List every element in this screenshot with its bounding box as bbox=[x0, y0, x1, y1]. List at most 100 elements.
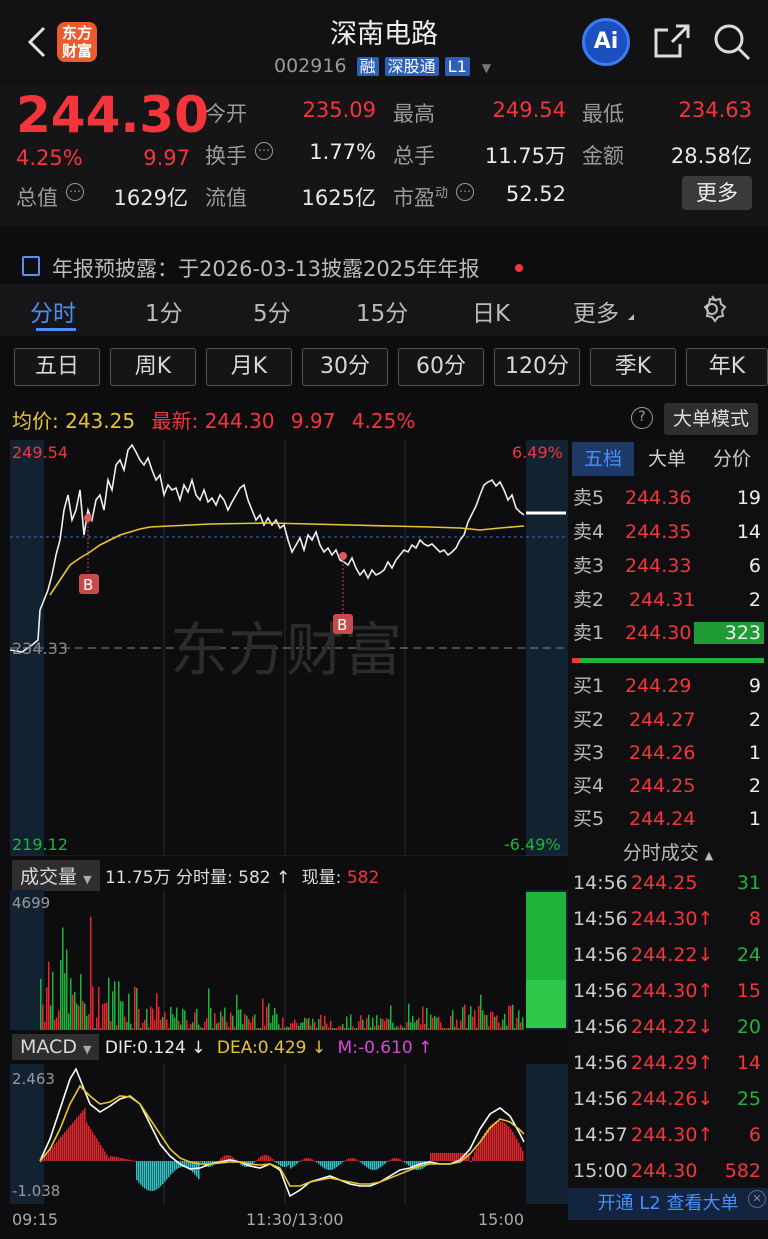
panel-tab-price-dist[interactable]: 分价 bbox=[700, 442, 764, 476]
macd-chart[interactable]: 2.463 -1.038 bbox=[10, 1064, 568, 1204]
volume-bar bbox=[100, 1028, 102, 1030]
axis-min-pct: -6.49% bbox=[504, 835, 561, 854]
volume-bar bbox=[264, 1026, 266, 1030]
kbtn-120min[interactable]: 120分 bbox=[494, 348, 580, 386]
share-icon[interactable] bbox=[652, 22, 692, 62]
volume-dropdown[interactable]: 成交量 ▼ bbox=[12, 860, 100, 891]
caret-up-icon: ▲ bbox=[704, 849, 714, 862]
macd-bar bbox=[474, 1152, 476, 1161]
open-value: 235.09 bbox=[302, 98, 376, 122]
kbtn-year[interactable]: 年K bbox=[686, 348, 768, 386]
info-icon[interactable]: ⋯ bbox=[66, 183, 84, 201]
macd-bar bbox=[302, 1159, 304, 1161]
tab-intraday[interactable]: 分时 bbox=[30, 294, 76, 328]
kbtn-month[interactable]: 月K bbox=[206, 348, 292, 386]
ticks-header[interactable]: 分时成交 ▲ bbox=[568, 838, 768, 868]
macd-bar bbox=[388, 1160, 390, 1162]
kbtn-30min[interactable]: 30分 bbox=[302, 348, 388, 386]
panel-tab-five-level[interactable]: 五档 bbox=[572, 442, 634, 476]
macd-bar bbox=[222, 1156, 224, 1161]
macd-bar bbox=[80, 1113, 82, 1161]
macd-bar bbox=[146, 1161, 148, 1190]
panel-tab-big-order[interactable]: 大单 bbox=[636, 442, 698, 476]
search-icon[interactable] bbox=[712, 22, 752, 62]
macd-bar bbox=[492, 1123, 494, 1161]
caret-down-icon: ▼ bbox=[83, 873, 92, 886]
volume-bar bbox=[512, 1004, 514, 1030]
volume-chart[interactable]: 4699 bbox=[10, 890, 568, 1030]
volume-bar bbox=[328, 1027, 330, 1030]
dif-line bbox=[39, 1067, 525, 1198]
macd-bar bbox=[500, 1121, 502, 1161]
macd-bar bbox=[166, 1161, 168, 1180]
volume-bar bbox=[466, 1028, 468, 1030]
macd-bar bbox=[442, 1153, 444, 1161]
settings-gear-icon[interactable] bbox=[697, 294, 727, 324]
kbtn-five-day[interactable]: 五日 bbox=[14, 348, 100, 386]
volume-bar bbox=[82, 1000, 84, 1030]
macd-bar bbox=[274, 1161, 276, 1162]
volume-bar bbox=[330, 1020, 332, 1030]
macd-bar bbox=[396, 1158, 398, 1161]
ask-level: 卖5 244.36 19 bbox=[573, 487, 761, 509]
macd-bar bbox=[286, 1161, 288, 1167]
volume-bar bbox=[58, 1010, 60, 1030]
big-order-mode-button[interactable]: 大单模式 bbox=[664, 403, 758, 435]
volume-bar bbox=[490, 1011, 492, 1030]
macd-bar bbox=[384, 1161, 386, 1164]
more-button[interactable]: 更多 bbox=[682, 176, 752, 210]
volume-bar bbox=[206, 1018, 208, 1030]
ai-button[interactable]: Ai bbox=[582, 18, 630, 66]
volume-bar bbox=[66, 949, 68, 1030]
volume-bar bbox=[320, 1014, 322, 1030]
intraday-price-chart[interactable]: 东方财富 B B 249.54 234.33 219.12 6.49% -6.4… bbox=[9, 440, 568, 857]
volume-bar bbox=[314, 1022, 316, 1030]
help-icon[interactable]: ? bbox=[631, 407, 653, 429]
macd-bar bbox=[70, 1125, 72, 1161]
macd-bar bbox=[478, 1143, 480, 1161]
macd-bar bbox=[398, 1158, 400, 1161]
macd-bar bbox=[374, 1161, 376, 1170]
macd-bar bbox=[438, 1153, 440, 1161]
tab-more[interactable]: 更多 bbox=[573, 294, 619, 328]
macd-bar bbox=[256, 1160, 258, 1162]
volume-bar bbox=[468, 1014, 470, 1030]
macd-dropdown[interactable]: MACD ▼ bbox=[12, 1034, 100, 1060]
tab-5min[interactable]: 5分 bbox=[253, 294, 291, 328]
volume-bar bbox=[48, 961, 50, 1030]
close-icon[interactable]: ✕ bbox=[748, 1190, 766, 1208]
macd-bar bbox=[408, 1161, 410, 1166]
volume-bar bbox=[492, 1012, 494, 1030]
volume-bar bbox=[220, 1011, 222, 1030]
order-book-panel: 五档 大单 分价 卖5 244.36 19 卖4 244.35 14 卖3 244.33 6… bbox=[568, 440, 768, 1220]
volume-bar bbox=[386, 1018, 388, 1030]
kbtn-week[interactable]: 周K bbox=[110, 348, 196, 386]
macd-bar bbox=[48, 1151, 50, 1161]
volume-bar bbox=[306, 1018, 308, 1030]
turnover-label: 换手 bbox=[205, 144, 247, 168]
earnings-notice[interactable]: 年报预披露：于2026-03-13披露2025年年报 bbox=[0, 244, 768, 284]
tab-15min[interactable]: 15分 bbox=[356, 294, 408, 328]
macd-bar bbox=[162, 1161, 164, 1185]
l2-upgrade-banner[interactable]: 开通 L2 查看大单 bbox=[568, 1188, 768, 1220]
macd-bar bbox=[98, 1141, 100, 1161]
kbtn-season[interactable]: 季K bbox=[590, 348, 676, 386]
amount-value: 28.58亿 bbox=[670, 144, 752, 168]
info-icon[interactable]: ⋯ bbox=[255, 142, 273, 160]
back-icon[interactable] bbox=[20, 22, 56, 62]
volume-bar bbox=[514, 1028, 516, 1030]
kbtn-60min[interactable]: 60分 bbox=[398, 348, 484, 386]
tab-daily-k[interactable]: 日K bbox=[472, 294, 510, 328]
volume-bar bbox=[242, 1024, 244, 1030]
macd-bar bbox=[156, 1161, 158, 1190]
volume-bar bbox=[232, 1015, 234, 1030]
amount-label: 金额 bbox=[582, 144, 624, 168]
volume-bar bbox=[392, 1022, 394, 1030]
macd-bar bbox=[322, 1161, 324, 1168]
caret-down-icon[interactable]: ▼ bbox=[482, 61, 491, 75]
volume-bar bbox=[164, 1012, 166, 1030]
tab-1min[interactable]: 1分 bbox=[145, 294, 183, 328]
volume-bar bbox=[234, 1026, 236, 1030]
macd-bar bbox=[96, 1138, 98, 1161]
macd-bar bbox=[118, 1157, 120, 1161]
